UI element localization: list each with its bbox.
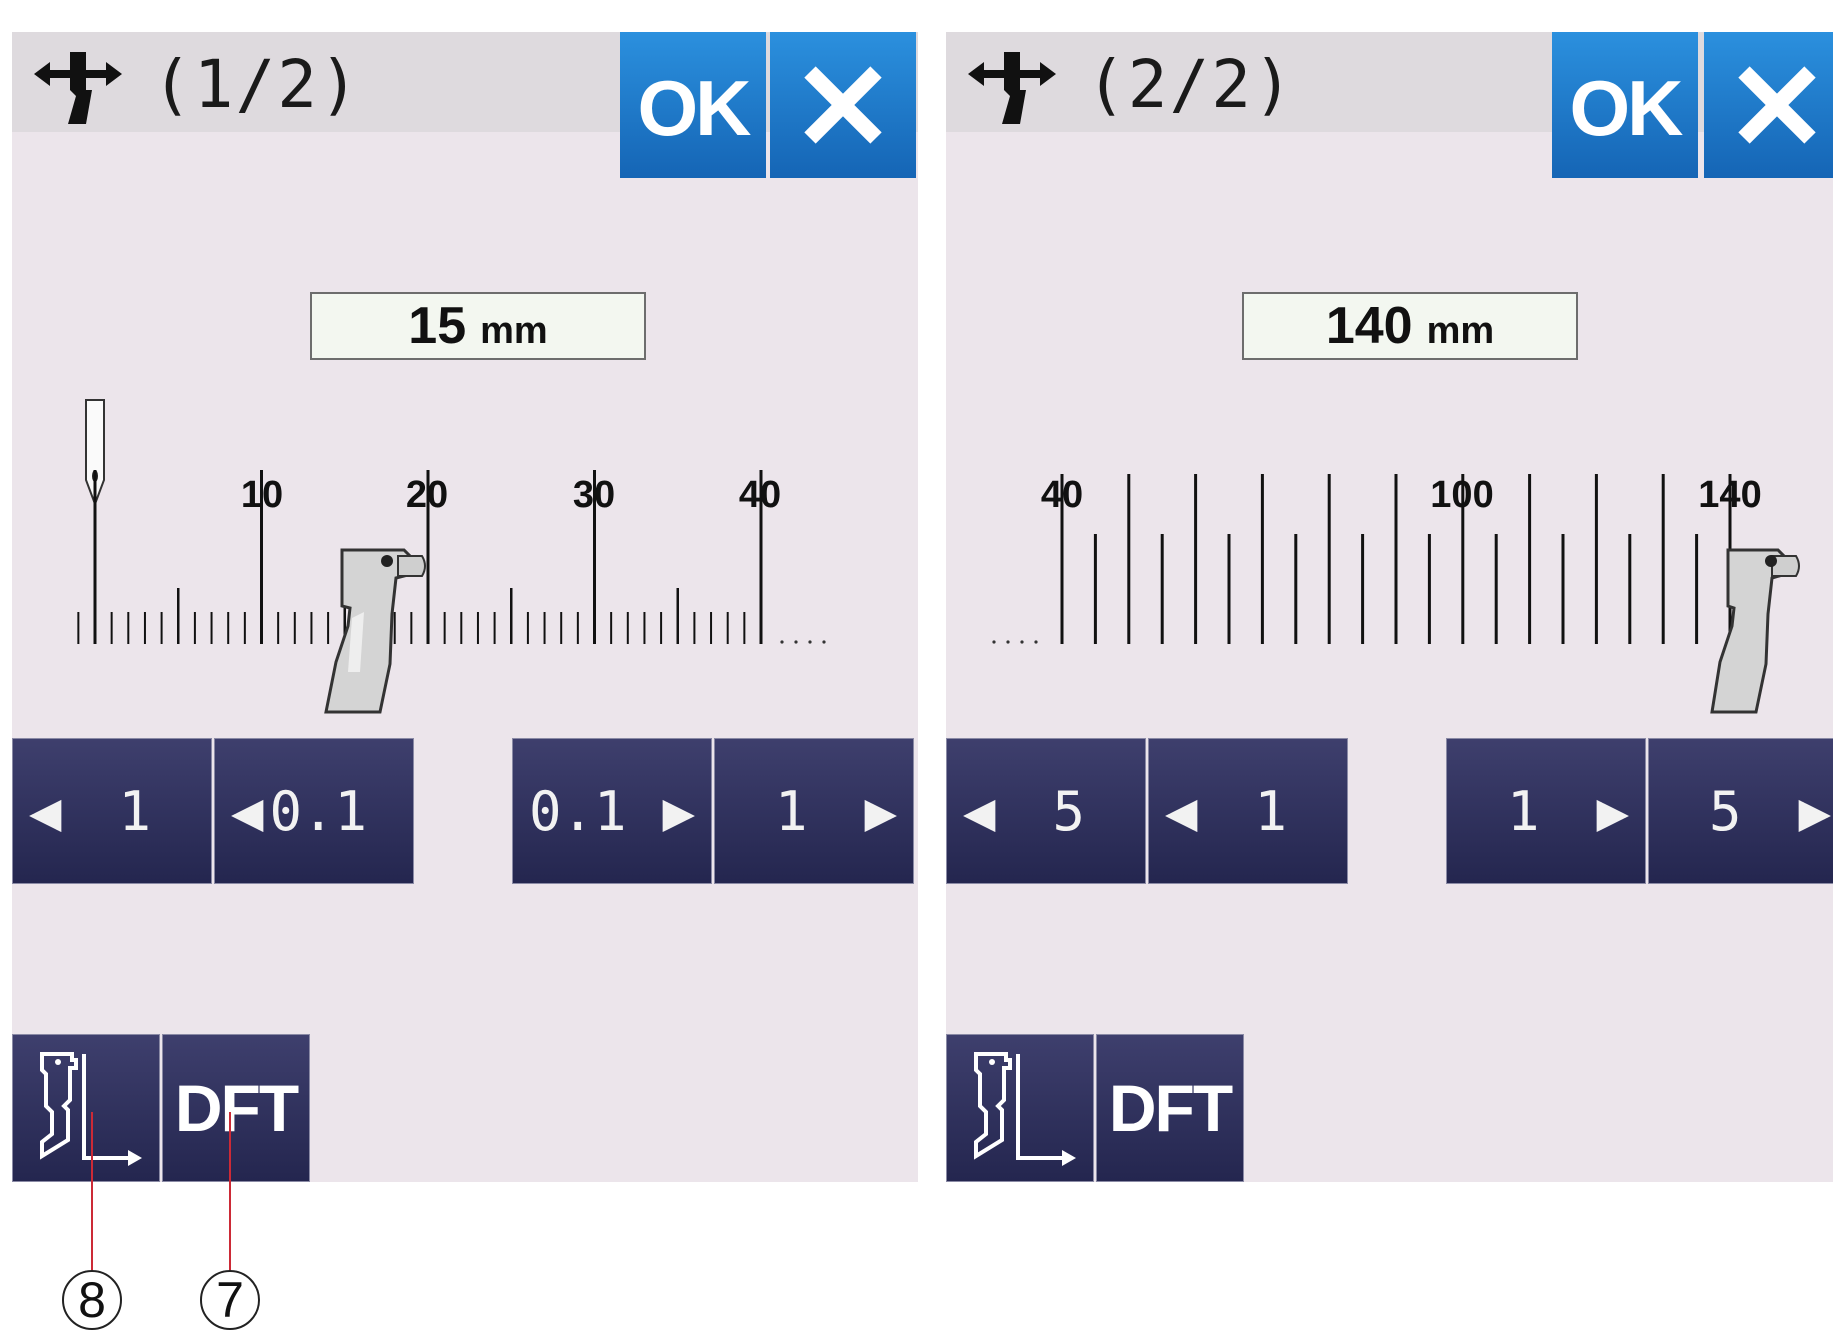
ruler-label: 100 bbox=[1430, 474, 1493, 516]
presser-foot-icon[interactable] bbox=[324, 548, 426, 714]
ruler-ellipsis-dot bbox=[808, 640, 812, 644]
ruler-ellipsis-dot bbox=[822, 640, 826, 644]
ok-button[interactable]: OK bbox=[620, 32, 766, 178]
screen-panel-2: (2/2) OK 140 mm 40 100 140 ◀ 5 ◀ 1 1 ▶ 5… bbox=[946, 32, 1833, 1182]
right-arrow-icon: ▶ bbox=[1596, 779, 1629, 843]
ok-button[interactable]: OK bbox=[1552, 32, 1698, 178]
increase-1-button[interactable]: 1 ▶ bbox=[714, 738, 914, 884]
close-icon bbox=[1738, 66, 1816, 144]
default-label: DFT bbox=[174, 1071, 299, 1145]
ruler-label: 40 bbox=[1041, 474, 1083, 516]
ruler-label: 30 bbox=[573, 474, 615, 516]
step-label: 1 bbox=[775, 779, 808, 843]
distance-value: 140 bbox=[1325, 297, 1413, 355]
callout-8: 8 bbox=[62, 1270, 122, 1330]
right-arrow-icon: ▶ bbox=[864, 779, 897, 843]
ruler-ellipsis-dot bbox=[780, 640, 784, 644]
presser-foot-arrow-icon bbox=[34, 52, 122, 124]
increase-0.1-button[interactable]: 0.1 ▶ bbox=[512, 738, 712, 884]
right-arrow-icon: ▶ bbox=[662, 779, 695, 843]
left-arrow-icon: ◀ bbox=[1165, 779, 1198, 843]
ruler-scale: 10 20 30 40 bbox=[77, 399, 826, 714]
presser-foot-icon[interactable] bbox=[1710, 548, 1800, 714]
right-arrow-icon: ▶ bbox=[1798, 779, 1831, 843]
presser-foot-arrow-icon bbox=[968, 52, 1056, 124]
ruler-ellipsis-dot bbox=[992, 640, 996, 644]
step-label: 1 bbox=[118, 779, 151, 843]
ruler-ticks bbox=[77, 470, 826, 644]
close-button[interactable] bbox=[770, 32, 916, 178]
distance-unit: mm bbox=[480, 309, 548, 352]
ruler-ticks bbox=[992, 474, 1732, 644]
ruler-ellipsis-dot bbox=[794, 640, 798, 644]
ruler-scale: 40 100 140 bbox=[992, 474, 1800, 714]
step-label: 0.1 bbox=[269, 779, 368, 843]
decrease-5-button[interactable]: ◀ 5 bbox=[946, 738, 1146, 884]
ruler-ellipsis-dot bbox=[1034, 640, 1038, 644]
step-label: 5 bbox=[1052, 779, 1085, 843]
ruler-label: 140 bbox=[1698, 474, 1761, 516]
decrease-0.1-button[interactable]: ◀ 0.1 bbox=[214, 738, 414, 884]
step-label: 5 bbox=[1709, 779, 1742, 843]
foot-shift-icon bbox=[974, 1052, 1076, 1166]
callout-line-8 bbox=[91, 1112, 93, 1276]
left-arrow-icon: ◀ bbox=[963, 779, 996, 843]
left-arrow-icon: ◀ bbox=[231, 779, 264, 843]
callout-7: 7 bbox=[200, 1270, 260, 1330]
step-label: 1 bbox=[1507, 779, 1540, 843]
step-label: 0.1 bbox=[529, 779, 627, 843]
ruler-ellipsis-dot bbox=[1020, 640, 1024, 644]
ruler-label: 10 bbox=[241, 474, 283, 516]
foot-shift-icon bbox=[40, 1052, 142, 1166]
distance-display: 15 mm bbox=[310, 292, 646, 360]
foot-shift-button[interactable] bbox=[12, 1034, 160, 1182]
foot-shift-button[interactable] bbox=[946, 1034, 1094, 1182]
ruler-label: 40 bbox=[739, 474, 781, 516]
decrease-1-button[interactable]: ◀ 1 bbox=[12, 738, 212, 884]
distance-display: 140 mm bbox=[1242, 292, 1578, 360]
close-button[interactable] bbox=[1704, 32, 1833, 178]
distance-unit: mm bbox=[1426, 309, 1495, 352]
increase-1-button[interactable]: 1 ▶ bbox=[1446, 738, 1646, 884]
ruler-ellipsis-dot bbox=[1006, 640, 1010, 644]
callout-line-7 bbox=[229, 1112, 231, 1276]
decrease-1-button[interactable]: ◀ 1 bbox=[1148, 738, 1348, 884]
close-icon bbox=[804, 66, 882, 144]
default-button[interactable]: DFT bbox=[162, 1034, 310, 1182]
page-indicator: (2/2) bbox=[1086, 46, 1295, 123]
screen-panel-1: (1/2) OK 15 mm 10 20 30 40 ◀ 1 ◀ 0.1 0.1… bbox=[12, 32, 918, 1182]
default-label: DFT bbox=[1108, 1071, 1233, 1145]
page-indicator: (1/2) bbox=[152, 46, 361, 123]
increase-5-button[interactable]: 5 ▶ bbox=[1648, 738, 1833, 884]
distance-value: 15 bbox=[408, 297, 467, 355]
title-bar: (2/2) bbox=[946, 32, 1833, 132]
ruler-label: 20 bbox=[406, 474, 448, 516]
default-button[interactable]: DFT bbox=[1096, 1034, 1244, 1182]
left-arrow-icon: ◀ bbox=[29, 779, 62, 843]
step-label: 1 bbox=[1254, 779, 1287, 843]
